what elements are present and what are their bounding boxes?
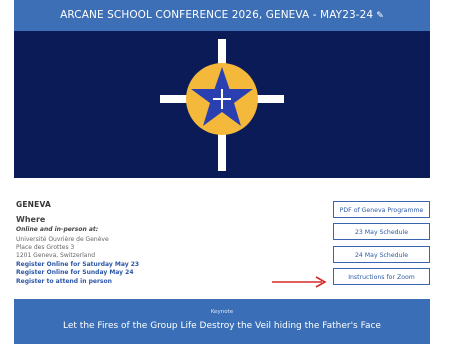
red-arrow-annotation (272, 276, 327, 288)
may-24-schedule-button[interactable]: 24 May Schedule (333, 246, 430, 263)
hero-banner (14, 31, 430, 178)
may-23-schedule-button[interactable]: 23 May Schedule (333, 223, 430, 240)
address-line-street: Place des Grottes 3 (16, 244, 75, 251)
keynote-label: Keynote (210, 309, 234, 315)
register-sunday-link[interactable]: Register Online for Sunday May 24 (16, 269, 134, 276)
star-cross-emblem (160, 39, 284, 171)
online-in-person-label: Online and in-person at: (16, 226, 99, 233)
address-line-city: 1201 Geneva, Switzerland (16, 252, 96, 259)
register-saturday-link[interactable]: Register Online for Saturday May 23 (16, 261, 139, 268)
pencil-icon[interactable]: ✎ (376, 1, 384, 31)
register-in-person-link[interactable]: Register to attend in person (16, 278, 112, 285)
pdf-programme-button[interactable]: PDF of Geneva Programme (333, 201, 430, 218)
location-title: GENEVA (16, 200, 51, 209)
keynote-title: Let the Fires of the Group Life Destroy … (63, 321, 381, 331)
zoom-instructions-button[interactable]: Instructions for Zoom (333, 268, 430, 285)
conference-header: ARCANE SCHOOL CONFERENCE 2026, GENEVA - … (14, 0, 430, 31)
star-cross-horizontal (213, 98, 231, 100)
where-heading: Where (16, 215, 46, 224)
address-line-venue: Université Ouvrière de Genève (16, 236, 109, 243)
page: ARCANE SCHOOL CONFERENCE 2026, GENEVA - … (0, 0, 449, 349)
keynote-banner: Keynote Let the Fires of the Group Life … (14, 299, 430, 344)
conference-title: ARCANE SCHOOL CONFERENCE 2026, GENEVA - … (60, 9, 374, 21)
